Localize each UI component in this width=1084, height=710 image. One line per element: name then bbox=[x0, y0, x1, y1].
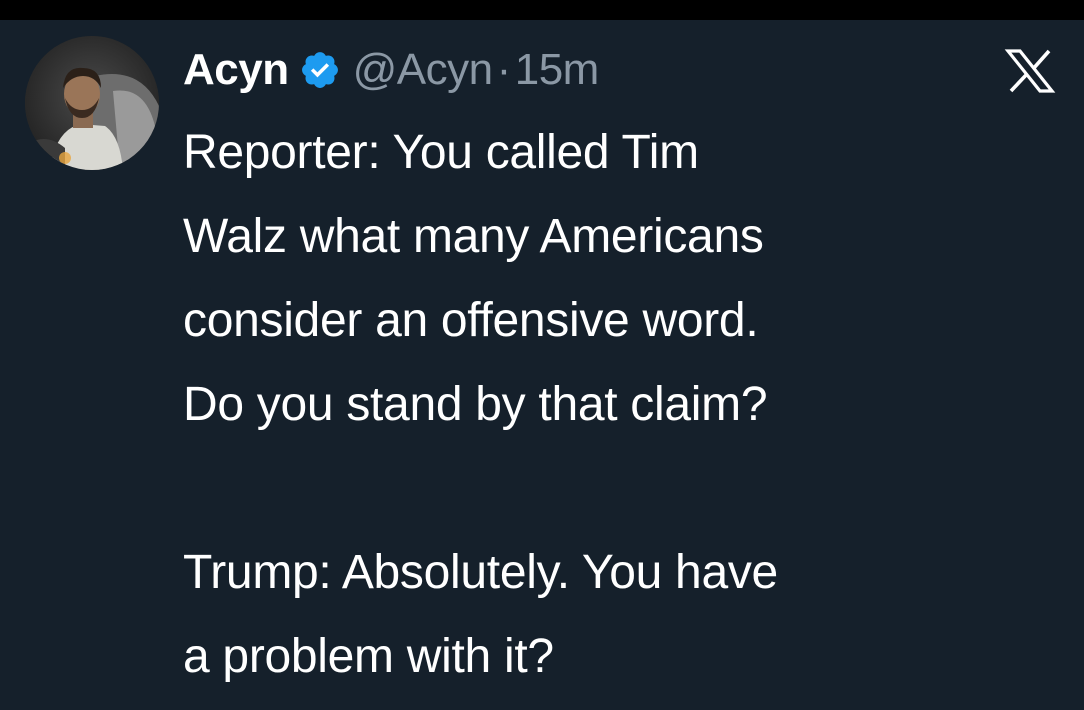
tweet-header: Acyn @Acyn · 15m bbox=[183, 40, 599, 100]
user-handle[interactable]: @Acyn bbox=[353, 45, 493, 95]
verified-badge-icon bbox=[299, 49, 341, 91]
avatar[interactable] bbox=[25, 36, 159, 170]
tweet-paragraph: Trump: Absolutely. You have a problem wi… bbox=[183, 546, 778, 683]
user-photo-icon bbox=[25, 36, 159, 170]
tweet-text: Reporter: You called Tim Walz what many … bbox=[183, 111, 1063, 699]
tweet-card[interactable]: Acyn @Acyn · 15m Reporter: You called Ti… bbox=[0, 20, 1084, 710]
separator-dot: · bbox=[496, 45, 512, 94]
x-logo-icon bbox=[1004, 47, 1056, 95]
timestamp[interactable]: 15m bbox=[515, 45, 600, 95]
top-edge-bar bbox=[0, 0, 1084, 20]
tweet-paragraph: Reporter: You called Tim Walz what many … bbox=[183, 126, 768, 431]
display-name[interactable]: Acyn bbox=[183, 45, 289, 95]
